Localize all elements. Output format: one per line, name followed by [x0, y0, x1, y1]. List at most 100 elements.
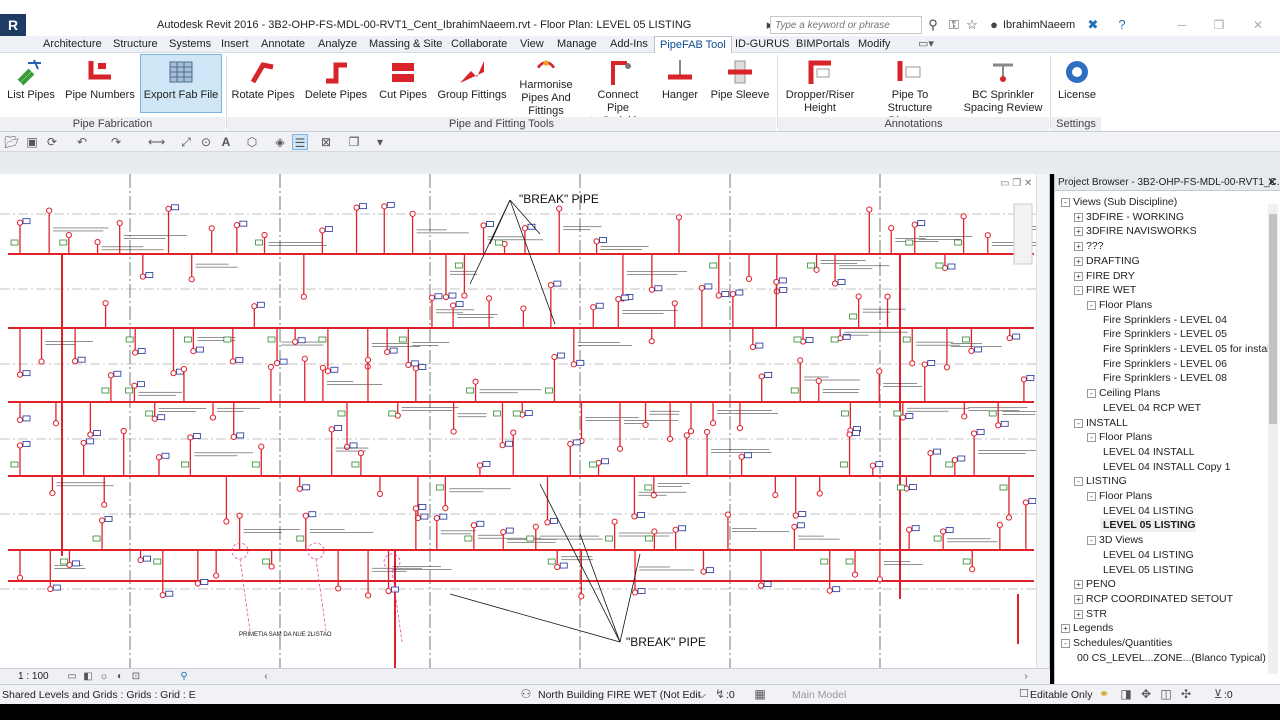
expand-icon[interactable]: + — [1074, 212, 1083, 222]
help-search-input[interactable] — [771, 17, 921, 33]
crop-view-icon[interactable]: ⊡ — [128, 669, 144, 685]
star-icon[interactable]: ☆ — [964, 17, 980, 33]
section-icon[interactable]: ◈ — [272, 134, 288, 150]
tree-item[interactable]: - Floor Plans — [1087, 298, 1152, 312]
redo-icon[interactable]: ↷ — [108, 134, 124, 150]
scrollbar-thumb[interactable] — [1269, 214, 1277, 424]
rotate-pipes-button[interactable]: Rotate Pipes — [231, 55, 295, 117]
maximize-button[interactable]: ❐ — [1205, 16, 1233, 34]
tree-item[interactable]: +3DFIRE NAVISWORKS — [1074, 224, 1197, 238]
license-button[interactable]: License — [1056, 55, 1098, 117]
tree-item[interactable]: LEVEL 05 LISTING — [1100, 563, 1194, 577]
tab-add-ins[interactable]: Add-Ins — [610, 36, 648, 53]
tree-item[interactable]: +3DFIRE - WORKING — [1074, 210, 1184, 224]
tree-item[interactable]: - LISTING — [1074, 474, 1127, 488]
tab-massing-site[interactable]: Massing & Site — [369, 36, 442, 53]
tree-item[interactable]: + RCP COORDINATED SETOUT — [1074, 592, 1233, 606]
tab-manage[interactable]: Manage — [557, 36, 597, 53]
ribbon-toggle-icon[interactable]: ▭▾ — [918, 36, 934, 53]
tree-item[interactable]: Fire Sprinklers - LEVEL 08 — [1100, 371, 1227, 385]
select-by-face-icon[interactable]: ◫ — [1158, 686, 1174, 702]
tree-item[interactable]: + FIRE DRY — [1074, 269, 1135, 283]
tab-structure[interactable]: Structure — [113, 36, 158, 53]
customize-qat-icon[interactable]: ▾ — [372, 134, 388, 150]
exchange-icon[interactable]: ✖ — [1085, 17, 1101, 33]
tab-bimportals[interactable]: BIMPortals — [796, 36, 850, 53]
tree-item[interactable]: LEVEL 04 LISTING — [1100, 504, 1194, 518]
tree-item[interactable]: - INSTALL — [1074, 416, 1128, 430]
expand-icon[interactable]: + — [1074, 227, 1083, 237]
hide-isolate-icon[interactable]: ⚲ — [176, 669, 192, 685]
floor-plan-drawing[interactable] — [0, 174, 1036, 668]
view-window-controls[interactable]: ▭ ❐ ✕ — [1000, 178, 1032, 189]
tab-annotate[interactable]: Annotate — [261, 36, 305, 53]
tab-pipefab-tool[interactable]: PipeFAB Tool — [654, 36, 732, 54]
pipe-numbers-button[interactable]: Pipe Numbers — [64, 55, 136, 117]
active-workset[interactable]: North Building FIRE WET (Not Edit — [538, 689, 701, 701]
project-browser-close-icon[interactable]: ✕ — [1267, 174, 1277, 191]
pipe-to-structure-distance-button[interactable]: Pipe To Structure Distance — [866, 55, 954, 127]
close-hidden-icon[interactable]: ⊠ — [318, 134, 334, 150]
tab-architecture[interactable]: Architecture — [43, 36, 102, 53]
tab-modify[interactable]: Modify — [858, 36, 890, 53]
tree-item[interactable]: - FIRE WET — [1074, 283, 1136, 297]
tree-item[interactable]: - Ceiling Plans — [1087, 386, 1160, 400]
select-pinned-icon[interactable]: ✥ — [1138, 686, 1154, 702]
select-links-icon[interactable]: ⚭ — [1096, 686, 1112, 702]
measure-icon[interactable]: ⟷ — [148, 134, 165, 150]
visual-style-icon[interactable]: ◧ — [80, 669, 96, 685]
tree-item[interactable]: +??? — [1074, 239, 1104, 253]
thin-lines-icon[interactable]: ☰ — [292, 134, 308, 150]
export-fab-file-button[interactable]: Export Fab File — [140, 54, 222, 113]
tree-item[interactable]: + DRAFTING — [1074, 254, 1140, 268]
tab-insert[interactable]: Insert — [221, 36, 249, 53]
expand-icon[interactable]: + — [1074, 594, 1083, 604]
list-pipes-button[interactable]: List Pipes — [4, 55, 58, 117]
bc-sprinkler-spacing-review-button[interactable]: BC Sprinkler Spacing Review — [963, 55, 1043, 117]
vertical-scrollbar[interactable] — [1036, 174, 1049, 668]
collapse-icon[interactable]: - — [1087, 492, 1096, 501]
dropper-riser-height-button[interactable]: Dropper/Riser Height — [783, 55, 857, 117]
tree-item[interactable]: LEVEL 05 LISTING — [1100, 518, 1196, 533]
open-icon[interactable]: 📂︎ — [4, 134, 20, 150]
tree-item[interactable]: LEVEL 04 INSTALL — [1100, 445, 1195, 459]
scroll-right-icon[interactable]: › — [1018, 669, 1034, 685]
user-name[interactable]: IbrahimNaeem — [1003, 19, 1075, 31]
drag-elements-icon[interactable]: ✣ — [1178, 686, 1194, 702]
collapse-icon[interactable]: - — [1061, 639, 1070, 648]
collapse-icon[interactable]: - — [1074, 418, 1083, 428]
dimension-icon[interactable]: ⤢ — [178, 134, 194, 150]
tree-item[interactable]: - Views (Sub Discipline) — [1061, 195, 1177, 209]
delete-pipes-button[interactable]: Delete Pipes — [304, 55, 368, 117]
design-option-selector[interactable]: Main Model — [792, 689, 846, 701]
expand-icon[interactable]: + — [1074, 256, 1083, 266]
collapse-icon[interactable]: - — [1087, 300, 1096, 310]
view-scale[interactable]: 1 : 100 — [18, 671, 49, 682]
expand-icon[interactable]: + — [1074, 609, 1083, 619]
expand-icon[interactable]: + — [1061, 624, 1070, 634]
minimize-button[interactable]: ─ — [1168, 16, 1196, 34]
pipe-sleeve-button[interactable]: Pipe Sleeve — [709, 55, 771, 117]
tree-item[interactable]: LEVEL 04 RCP WET — [1100, 401, 1201, 415]
tab-id-gurus[interactable]: ID-GURUS — [735, 36, 789, 53]
tab-collaborate[interactable]: Collaborate — [451, 36, 507, 53]
expand-icon[interactable]: + — [1074, 271, 1083, 281]
tree-item[interactable]: Fire Sprinklers - LEVEL 05 for instal — [1100, 342, 1270, 356]
tab-view[interactable]: View — [520, 36, 544, 53]
expand-icon[interactable]: + — [1074, 242, 1083, 252]
subscription-key-icon[interactable]: ⚿ — [946, 17, 962, 33]
harmonise-pipes-fittings-button[interactable]: Harmonise Pipes And Fittings — [514, 55, 578, 117]
tree-item[interactable]: Fire Sprinklers - LEVEL 06 — [1100, 357, 1227, 371]
help-search-box[interactable] — [770, 16, 922, 34]
shadows-icon[interactable]: ◐ — [112, 669, 128, 685]
text-icon[interactable]: A — [218, 134, 234, 150]
tag-icon[interactable]: ⊙ — [198, 134, 214, 150]
tab-systems[interactable]: Systems — [169, 36, 211, 53]
binoculars-icon[interactable]: ⚲ — [925, 17, 941, 33]
tree-item[interactable]: 00 CS_LEVEL...ZONE...(Blanco Typical) — [1074, 651, 1266, 665]
revit-logo-icon[interactable]: R — [0, 14, 26, 36]
connect-pipe-to-sprinkler-button[interactable]: Connect Pipe to Sprinkler — [585, 55, 651, 127]
tree-item[interactable]: - Floor Plans — [1087, 489, 1152, 503]
tree-item[interactable]: Fire Sprinklers - LEVEL 04 — [1100, 313, 1227, 327]
detail-level-icon[interactable]: ▭ — [64, 669, 80, 685]
